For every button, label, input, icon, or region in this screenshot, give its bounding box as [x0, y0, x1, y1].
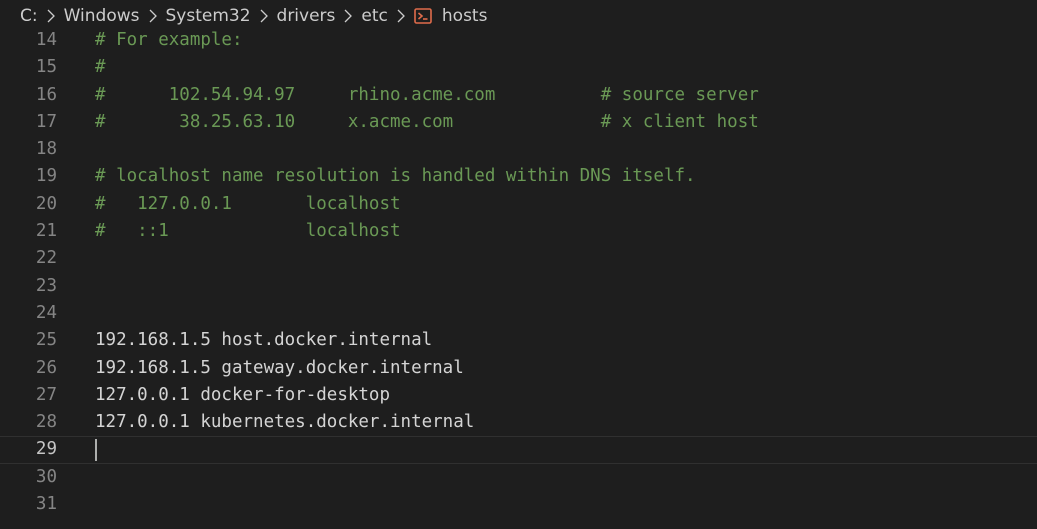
breadcrumb-item-drivers[interactable]: drivers	[277, 6, 336, 26]
line-number: 31	[35, 494, 57, 515]
editor-line[interactable]: 20 # 127.0.0.1 localhost	[0, 191, 1037, 218]
editor-line[interactable]: 29	[0, 436, 1037, 463]
comment-text: # localhost name resolution is handled w…	[95, 166, 696, 187]
code-editor[interactable]: 14 # For example: 15 #16 # 102.54.94.97 rhin…	[0, 27, 1037, 529]
breadcrumb-item-windows[interactable]: Windows	[64, 6, 140, 26]
line-number: 20	[35, 193, 57, 214]
breadcrumb-item-etc[interactable]: etc	[361, 6, 387, 26]
comment-text: # 127.0.0.1 localhost	[95, 193, 401, 214]
editor-line[interactable]: 24	[0, 300, 1037, 327]
chevron-right-icon	[397, 9, 405, 22]
comment-text: # ::1 localhost	[95, 221, 401, 242]
line-number: 27	[35, 384, 57, 405]
editor-line[interactable]: 19 # localhost name resolution is handled…	[0, 163, 1037, 190]
editor-line[interactable]: 22	[0, 245, 1037, 272]
editor-line[interactable]: 17 # 38.25.63.10 x.acme.com # x client ho…	[0, 109, 1037, 136]
code-text: 192.168.1.5 gateway.docker.internal	[95, 357, 464, 378]
comment-text: #	[95, 57, 106, 78]
code-text: 127.0.0.1 kubernetes.docker.internal	[95, 412, 475, 433]
editor-line[interactable]: 27 127.0.0.1 docker-for-desktop	[0, 382, 1037, 409]
line-number: 23	[35, 275, 57, 296]
line-number: 19	[35, 166, 57, 187]
line-number: 28	[35, 412, 57, 433]
editor-line[interactable]: 15 #	[0, 54, 1037, 81]
editor-line[interactable]: 21 # ::1 localhost	[0, 218, 1037, 245]
line-number: 29	[35, 439, 57, 460]
editor-line[interactable]: 26 192.168.1.5 gateway.docker.internal	[0, 355, 1037, 382]
chevron-right-icon	[260, 9, 268, 22]
comment-text: # 102.54.94.97 rhino.acme.com # source s…	[95, 84, 759, 105]
editor-line[interactable]: 14 # For example:	[0, 27, 1037, 54]
comment-text: # For example:	[95, 30, 243, 50]
line-number: 24	[35, 302, 57, 323]
code-text: 192.168.1.5 host.docker.internal	[95, 330, 433, 351]
chevron-right-icon	[344, 9, 353, 22]
line-number: 21	[35, 221, 57, 242]
chevron-right-icon	[149, 9, 157, 22]
breadcrumb-item-system32[interactable]: System32	[166, 6, 251, 26]
line-number: 17	[35, 111, 57, 132]
editor-line[interactable]: 28 127.0.0.1 kubernetes.docker.internal	[0, 409, 1037, 436]
line-number: 25	[35, 330, 57, 351]
editor-line[interactable]: 25 192.168.1.5 host.docker.internal	[0, 327, 1037, 354]
terminal-file-icon	[414, 7, 432, 24]
line-number: 16	[35, 84, 57, 105]
line-number: 14	[35, 30, 57, 50]
text-cursor	[95, 439, 97, 462]
breadcrumb-item-drive[interactable]: C:	[20, 6, 38, 26]
editor-line[interactable]: 31	[0, 491, 1037, 518]
line-number: 30	[35, 466, 57, 487]
editor-line[interactable]: 30	[0, 464, 1037, 491]
line-number: 15	[35, 57, 57, 78]
editor-line[interactable]: 23	[0, 273, 1037, 300]
editor-line[interactable]: 18	[0, 136, 1037, 163]
breadcrumb-item-file[interactable]: hosts	[442, 6, 488, 26]
line-number: 26	[35, 357, 57, 378]
chevron-right-icon	[47, 9, 55, 22]
line-number: 18	[35, 139, 57, 160]
code-text: 127.0.0.1 docker-for-desktop	[95, 384, 391, 405]
line-number: 22	[35, 248, 57, 269]
comment-text: # 38.25.63.10 x.acme.com # x client host	[95, 111, 759, 132]
editor-line[interactable]: 16 # 102.54.94.97 rhino.acme.com # source…	[0, 82, 1037, 109]
